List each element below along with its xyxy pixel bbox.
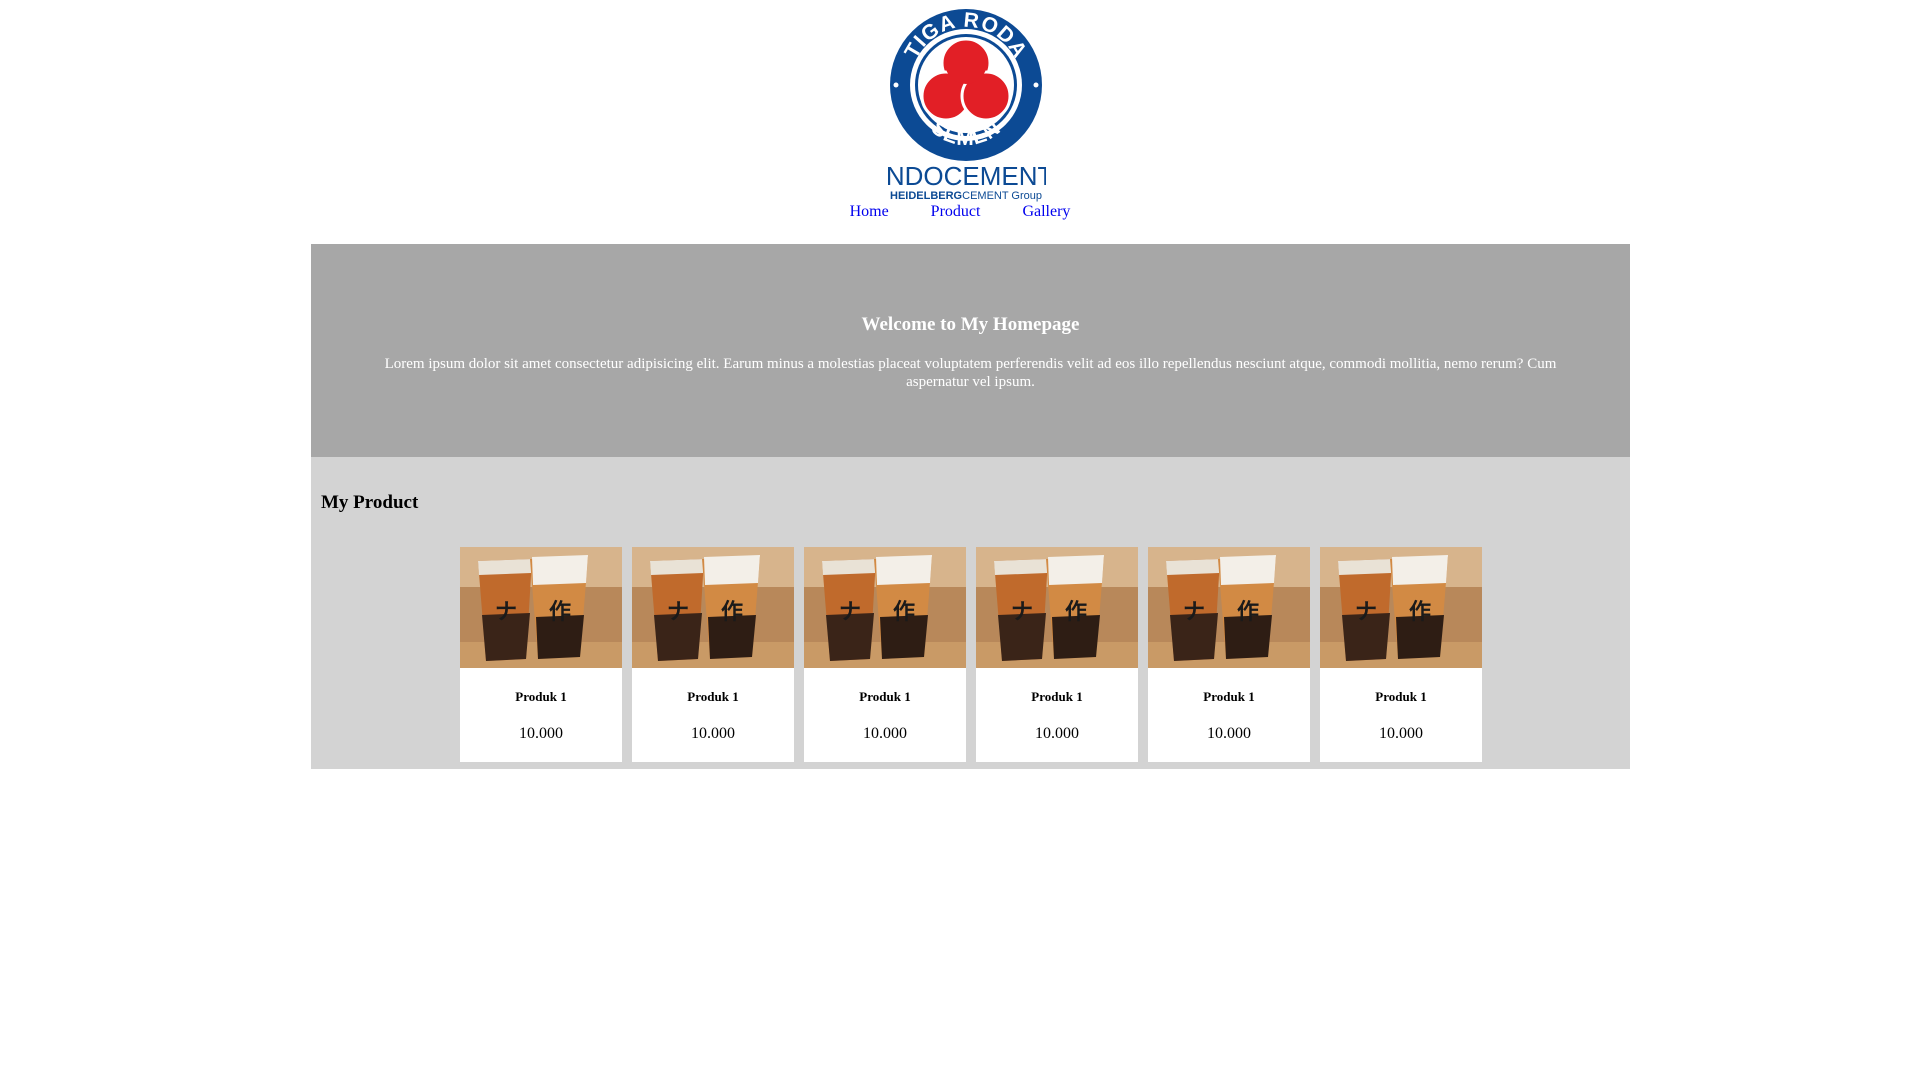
product-name: Produk 1 xyxy=(687,689,739,704)
logo-group-text: HEIDELBERGCEMENT Group xyxy=(890,190,1042,202)
svg-text:作: 作 xyxy=(893,600,915,625)
product-image: ナ 作 xyxy=(1320,547,1482,668)
product-name: Produk 1 xyxy=(1203,689,1255,704)
product-image: ナ 作 xyxy=(632,547,794,668)
main-nav: Home Product Gallery xyxy=(0,203,1920,221)
svg-text:ナ: ナ xyxy=(495,600,517,625)
svg-text:ナ: ナ xyxy=(667,600,689,625)
product-card[interactable]: ナ 作 Produk 1 10.000 xyxy=(1148,547,1310,762)
main-container: Welcome to My Homepage Lorem ipsum dolor… xyxy=(311,244,1630,769)
svg-text:作: 作 xyxy=(1237,600,1259,625)
product-card[interactable]: ナ 作 Produk 1 10.000 xyxy=(1320,547,1482,762)
product-image: ナ 作 xyxy=(460,547,622,668)
product-price: 10.000 xyxy=(1379,725,1423,742)
product-card[interactable]: ナ 作 Produk 1 10.000 xyxy=(976,547,1138,762)
product-name: Produk 1 xyxy=(1375,689,1427,704)
svg-text:作: 作 xyxy=(1065,600,1087,625)
indocement-logo[interactable]: TIGA RODA SEMEN INDOCEMENT HEIDELBERGCEM… xyxy=(886,5,1046,205)
site-header: TIGA RODA SEMEN INDOCEMENT HEIDELBERGCEM… xyxy=(0,0,1920,243)
product-price: 10.000 xyxy=(519,725,563,742)
product-image: ナ 作 xyxy=(804,547,966,668)
hero-title: Welcome to My Homepage xyxy=(861,314,1080,335)
product-name: Produk 1 xyxy=(859,689,911,704)
svg-text:作: 作 xyxy=(1409,600,1431,625)
product-card[interactable]: ナ 作 Produk 1 10.000 xyxy=(804,547,966,762)
product-price: 10.000 xyxy=(691,725,735,742)
product-card[interactable]: ナ 作 Produk 1 10.000 xyxy=(460,547,622,762)
hero-section: Welcome to My Homepage Lorem ipsum dolor… xyxy=(311,244,1630,457)
product-price: 10.000 xyxy=(863,725,907,742)
product-section-title: My Product xyxy=(321,492,419,513)
logo-wordmark: INDOCEMENT xyxy=(886,161,1046,191)
svg-text:ナ: ナ xyxy=(1011,600,1033,625)
nav-home-link[interactable]: Home xyxy=(850,203,889,221)
svg-text:作: 作 xyxy=(721,600,743,625)
product-name: Produk 1 xyxy=(515,689,567,704)
product-price: 10.000 xyxy=(1035,725,1079,742)
product-card[interactable]: ナ 作 Produk 1 10.000 xyxy=(632,547,794,762)
svg-text:作: 作 xyxy=(549,600,571,625)
hero-text: Lorem ipsum dolor sit amet consectetur a… xyxy=(384,356,1557,390)
product-price: 10.000 xyxy=(1207,725,1251,742)
svg-text:ナ: ナ xyxy=(1355,600,1377,625)
svg-text:ナ: ナ xyxy=(839,600,861,625)
nav-product-link[interactable]: Product xyxy=(931,203,981,221)
product-section: My Product ナ 作 Produk 1 10.000 ナ 作 Produ… xyxy=(311,457,1630,769)
product-image: ナ 作 xyxy=(976,547,1138,668)
product-image: ナ 作 xyxy=(1148,547,1310,668)
svg-text:ナ: ナ xyxy=(1183,600,1205,625)
product-name: Produk 1 xyxy=(1031,689,1083,704)
product-grid: ナ 作 Produk 1 10.000 ナ 作 Produk 1 10.000 … xyxy=(460,547,1482,762)
nav-gallery-link[interactable]: Gallery xyxy=(1022,203,1070,221)
